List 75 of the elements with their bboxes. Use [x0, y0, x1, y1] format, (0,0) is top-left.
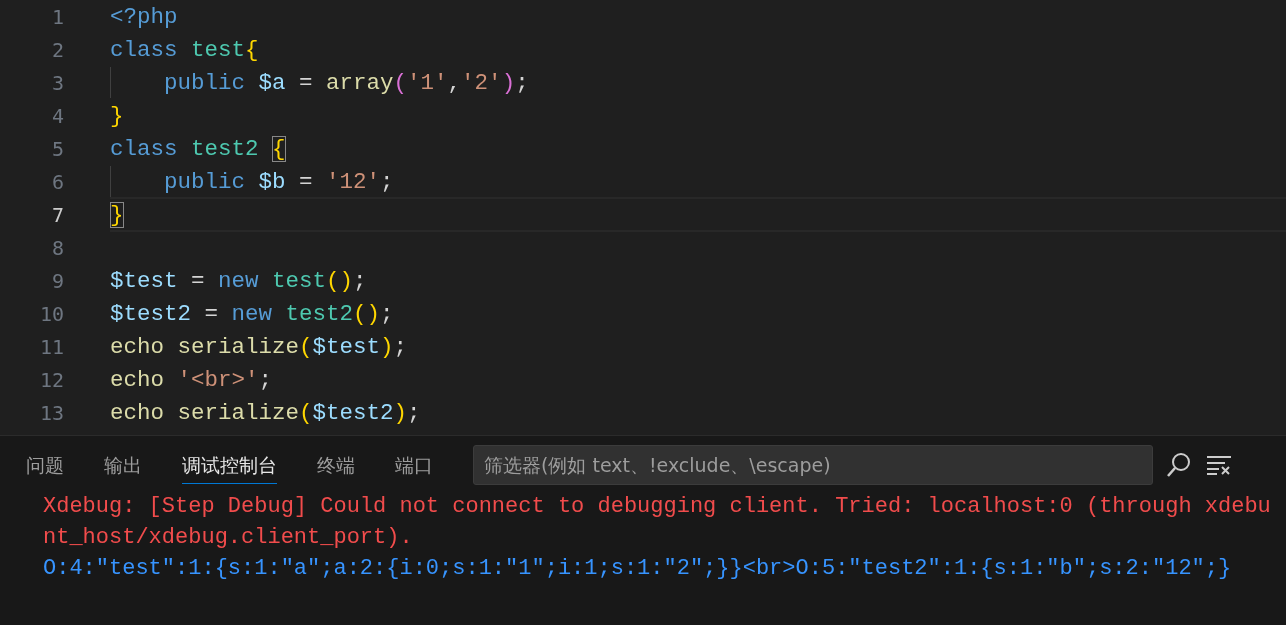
code-token: echo [110, 399, 165, 426]
line-number: 6 [50, 169, 64, 194]
code-token: = [298, 168, 314, 195]
code-token: '1' [407, 69, 448, 96]
code-token: $test2 [312, 399, 394, 426]
code-token: { [272, 135, 286, 162]
line-number: 2 [50, 37, 64, 62]
filter-lines-icon[interactable] [1205, 453, 1233, 477]
code-token: ; [380, 300, 394, 327]
code-token: <?php [110, 3, 178, 30]
code-token: ; [393, 333, 408, 360]
code-token: echo [110, 366, 165, 393]
code-token: { [245, 36, 259, 63]
code-token: ) [393, 399, 408, 426]
line-number: 11 [38, 334, 64, 359]
code-token: ; [515, 69, 529, 96]
code-token: , [447, 69, 462, 96]
code-token: class [110, 135, 179, 162]
code-token: '12' [326, 168, 381, 195]
code-token: $test [312, 333, 381, 360]
code-token: () [326, 267, 354, 294]
code-token: $b [258, 168, 286, 195]
code-token: ; [258, 366, 273, 393]
code-token: test [191, 36, 246, 63]
line-number: 5 [50, 136, 64, 161]
code-token: () [353, 300, 381, 327]
code-token: public [164, 168, 246, 195]
filter-field[interactable]: 筛选器(例如 text、!exclude、\escape) [473, 445, 1153, 485]
code-token: ( [299, 399, 313, 426]
panel-tab[interactable]: 调试控制台 [182, 446, 277, 484]
line-number: 13 [38, 400, 64, 425]
code-token: ; [407, 399, 421, 426]
code-token: ( [393, 69, 408, 96]
code-token: '2' [461, 69, 502, 96]
code-token: public [164, 69, 246, 96]
code-token: '<br>' [177, 366, 259, 393]
line-number: 8 [50, 235, 64, 260]
code-token: test2 [191, 135, 260, 162]
code-token: ) [380, 333, 394, 360]
code-token: ; [353, 267, 367, 294]
line-number: 3 [50, 70, 64, 95]
code-token: $test2 [110, 300, 191, 327]
code-token: $test [110, 267, 178, 294]
line-number: 10 [38, 301, 64, 326]
line-number: 4 [50, 103, 64, 128]
panel-tab[interactable]: 输出 [104, 446, 142, 484]
console-output-line: nt_host/xdebug.client_port). [42, 525, 414, 552]
code-token: ) [501, 69, 516, 96]
panel-tab[interactable]: 端口 [395, 446, 433, 484]
code-token: = [298, 69, 314, 96]
line-number: 9 [50, 268, 64, 293]
code-token: class [110, 36, 179, 63]
code-token: test2 [285, 300, 354, 327]
code-token: $a [258, 69, 286, 96]
panel-tab[interactable]: 问题 [26, 446, 64, 484]
code-token: ( [299, 333, 313, 360]
code-token: array [326, 69, 394, 96]
console-output-line: O:4:"test":1:{s:1:"a";a:2:{i:0;s:1:"1";i:1;s:1:"2";}}<br>O:5:"test2":1:{s:1:"b";s:2:"12";} [42, 556, 1233, 583]
code-token: serialize [177, 399, 300, 426]
console-output-line: Xdebug: [Step Debug] Could not connect to debugging client. Tried: localhost:0 (through xdebu [42, 494, 1272, 521]
search-icon[interactable] [1165, 451, 1193, 479]
code-token: } [110, 102, 124, 129]
code-token: new [218, 267, 260, 294]
panel-tab[interactable]: 终端 [317, 446, 355, 484]
line-number: 1 [50, 4, 64, 29]
line-number: 7 [50, 202, 64, 227]
code-token: = [190, 267, 206, 294]
code-token: test [272, 267, 327, 294]
code-token: } [110, 201, 124, 228]
code-token: serialize [177, 333, 300, 360]
code-token: ; [380, 168, 394, 195]
code-token: echo [110, 333, 165, 360]
code-token: new [231, 300, 274, 327]
line-number: 12 [38, 367, 64, 392]
code-token: = [203, 300, 220, 327]
